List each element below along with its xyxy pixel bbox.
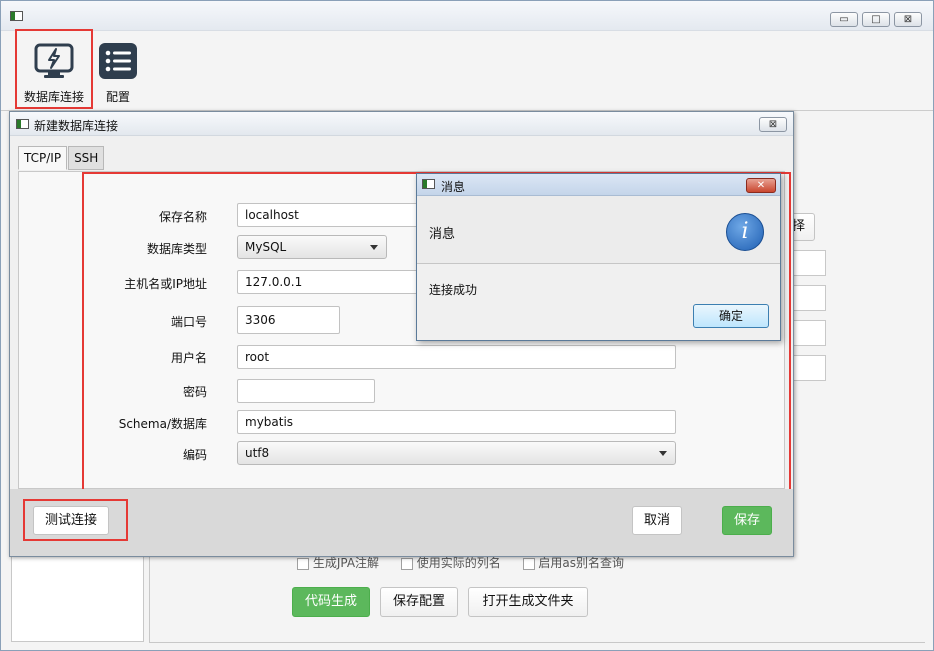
port-input[interactable]: 3306: [237, 306, 340, 334]
ok-button[interactable]: 确定: [693, 304, 769, 328]
message-header: 消息 i: [417, 196, 780, 264]
save-name-input[interactable]: localhost: [237, 203, 427, 227]
chevron-down-icon: [370, 245, 378, 250]
password-input[interactable]: [237, 379, 375, 403]
message-header-text: 消息: [429, 227, 456, 242]
dialog-titlebar: 新建数据库连接 ⊠: [10, 112, 793, 136]
schema-input[interactable]: mybatis: [237, 410, 676, 434]
password-label: 密码: [182, 385, 207, 399]
tab-tcpip[interactable]: TCP/IP: [18, 146, 68, 170]
dialog-footer: 测试连接 取消 保存: [10, 489, 793, 556]
alias-checkbox[interactable]: 启用as别名查询: [522, 556, 624, 570]
monitor-lightning-icon: [34, 43, 74, 78]
maximize-button[interactable]: □: [862, 12, 890, 27]
save-button[interactable]: 保存: [722, 506, 772, 535]
tab-ssh[interactable]: SSH: [68, 146, 105, 170]
config-label: 配置: [105, 90, 130, 104]
encoding-value: utf8: [245, 446, 270, 460]
app-icon: [422, 179, 435, 189]
message-body: 连接成功: [429, 283, 478, 297]
chevron-down-icon: [659, 451, 667, 456]
toolbar: 数据库连接 配置: [1, 29, 933, 111]
host-label: 主机名或IP地址: [124, 277, 207, 291]
connection-tabs: TCP/IP SSH: [18, 146, 105, 172]
username-input[interactable]: root: [237, 345, 676, 369]
encoding-label: 编码: [182, 448, 207, 462]
minimize-button[interactable]: ▭: [830, 12, 858, 27]
real-column-checkbox[interactable]: 使用实际的列名: [400, 556, 501, 570]
open-output-folder-button[interactable]: 打开生成文件夹: [468, 587, 588, 617]
config-button[interactable]: 配置: [79, 31, 157, 109]
db-type-value: MySQL: [245, 240, 287, 254]
port-label: 端口号: [170, 315, 207, 329]
db-type-select[interactable]: MySQL: [237, 235, 387, 259]
cancel-button[interactable]: 取消: [632, 506, 682, 535]
close-button[interactable]: ⊠: [894, 12, 922, 27]
generate-code-button[interactable]: 代码生成: [292, 587, 370, 617]
app-icon: [16, 119, 29, 129]
message-close-button[interactable]: ✕: [746, 178, 776, 193]
save-config-button[interactable]: 保存配置: [380, 587, 458, 617]
username-label: 用户名: [170, 351, 207, 365]
message-titlebar: 消息 ✕: [417, 174, 780, 196]
dialog-title: 新建数据库连接: [34, 119, 119, 133]
save-name-label: 保存名称: [158, 210, 207, 224]
db-type-label: 数据库类型: [146, 242, 207, 256]
jpa-checkbox[interactable]: 生成JPA注解: [297, 556, 379, 570]
message-title: 消息: [441, 180, 466, 194]
message-dialog: 消息 ✕ 消息 i 连接成功 确定: [416, 173, 781, 341]
database-tree-panel[interactable]: [11, 556, 144, 642]
info-icon: i: [726, 213, 764, 251]
app-icon: [10, 11, 23, 21]
test-connection-button[interactable]: 测试连接: [33, 506, 109, 535]
dialog-close-button[interactable]: ⊠: [759, 117, 787, 132]
schema-label: Schema/数据库: [118, 417, 207, 431]
host-input[interactable]: 127.0.0.1: [237, 270, 427, 294]
main-titlebar: ▭ □ ⊠: [1, 1, 933, 31]
encoding-select[interactable]: utf8: [237, 441, 676, 465]
list-icon: [99, 43, 137, 79]
